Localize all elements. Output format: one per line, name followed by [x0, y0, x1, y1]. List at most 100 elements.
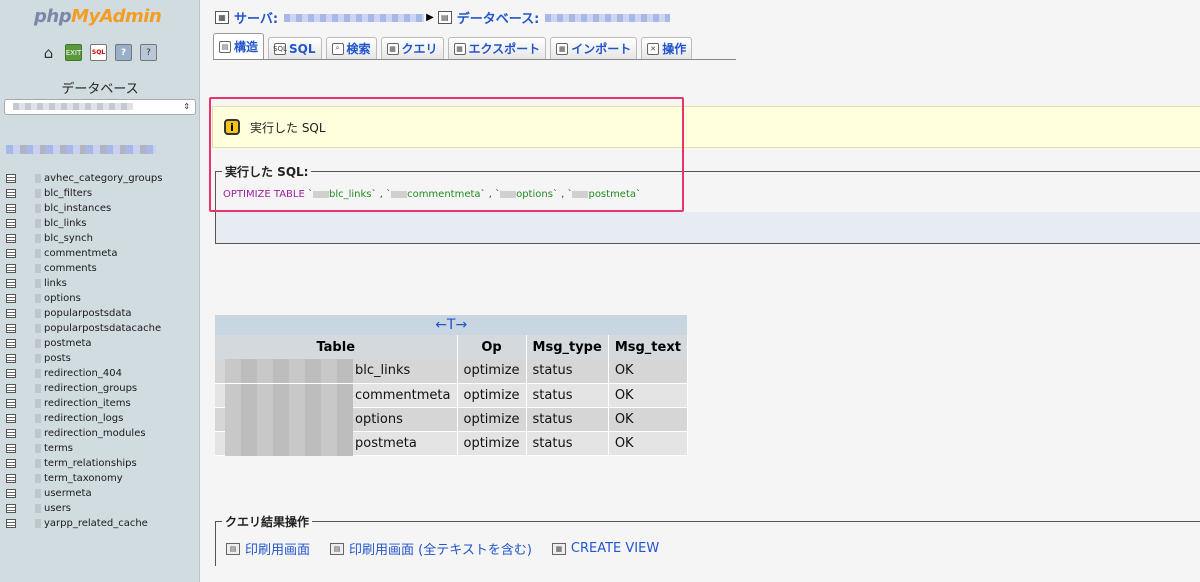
- table-icon[interactable]: [6, 339, 16, 348]
- create-view-link[interactable]: ▦ CREATE VIEW: [551, 539, 659, 558]
- phpmyadmin-logo[interactable]: phpMyAdmin: [34, 6, 162, 27]
- tools-icon: ✕: [647, 42, 660, 55]
- sidebar-table-item[interactable]: redirection_modules: [6, 426, 162, 441]
- quick-icons: ⌂ EXIT SQL ? ?: [40, 44, 157, 62]
- sidebar-table-item[interactable]: yarpp_related_cache: [6, 516, 162, 531]
- sidebar-table-item[interactable]: usermeta: [6, 486, 162, 501]
- server-name-redacted[interactable]: [284, 13, 425, 22]
- sidebar-table-item[interactable]: avhec_category_groups: [6, 171, 162, 186]
- ops-legend: クエリ結果操作: [222, 513, 313, 530]
- table-icon[interactable]: [6, 444, 16, 453]
- redacted-prefix: [225, 383, 353, 408]
- tab-query[interactable]: ▦ クエリ: [380, 37, 444, 59]
- sidebar-table-item[interactable]: commentmeta: [6, 246, 162, 261]
- table-icon[interactable]: [6, 204, 16, 213]
- tab-tools[interactable]: ✕ 操作: [641, 37, 693, 59]
- help-icon[interactable]: ?: [115, 44, 132, 61]
- database-label[interactable]: データベース:: [457, 8, 540, 27]
- sidebar-table-item[interactable]: comments: [6, 261, 162, 276]
- sidebar-table-item[interactable]: redirection_logs: [6, 411, 162, 426]
- sidebar-table-item[interactable]: redirection_items: [6, 396, 162, 411]
- tab-sql[interactable]: SQL SQL: [268, 37, 322, 59]
- column-nav-arrows[interactable]: ←T→: [215, 315, 688, 335]
- table-icon[interactable]: [6, 429, 16, 438]
- table-icon[interactable]: [6, 399, 16, 408]
- navigation-frame: phpMyAdmin ⌂ EXIT SQL ? ? データベース ⇕ avhec…: [0, 0, 200, 582]
- table-icon[interactable]: [6, 219, 16, 228]
- search-icon: ⌕: [331, 42, 344, 55]
- sidebar-table-item[interactable]: options: [6, 291, 162, 306]
- sidebar-table-item[interactable]: postmeta: [6, 336, 162, 351]
- sidebar-table-item[interactable]: terms: [6, 441, 162, 456]
- home-icon[interactable]: ⌂: [40, 44, 57, 62]
- sidebar-table-item[interactable]: popularpostsdata: [6, 306, 162, 321]
- sidebar-table-item[interactable]: links: [6, 276, 162, 291]
- printer-icon: ▤: [226, 542, 240, 555]
- table-icon[interactable]: [6, 264, 16, 273]
- server-label[interactable]: サーバ:: [234, 8, 278, 27]
- print-view-link[interactable]: ▤ 印刷用画面: [226, 539, 310, 558]
- sidebar-table-item[interactable]: term_relationships: [6, 456, 162, 471]
- sidebar-table-item[interactable]: blc_links: [6, 216, 162, 231]
- database-name-redacted: [13, 103, 133, 110]
- sidebar-table-item[interactable]: redirection_groups: [6, 381, 162, 396]
- server-icon: ▦: [215, 11, 229, 24]
- result-table: ←T→ Table Op Msg_type Msg_text blc_links optim…: [215, 315, 688, 456]
- sql-icon: SQL: [273, 42, 287, 55]
- sidebar-table-item[interactable]: popularpostsdatacache: [6, 321, 162, 336]
- exit-icon[interactable]: EXIT: [65, 44, 82, 61]
- database-name-redacted[interactable]: [545, 13, 671, 22]
- sql-query-window-icon[interactable]: SQL: [90, 44, 107, 61]
- current-database-name-redacted[interactable]: [6, 145, 156, 154]
- import-icon: ▦: [556, 42, 569, 55]
- highlight-annotation-box: [209, 97, 684, 212]
- table-icon[interactable]: [6, 354, 16, 363]
- tab-structure[interactable]: ▤ 構造: [213, 33, 265, 59]
- redacted-prefix: [225, 431, 353, 456]
- sidebar-table-item[interactable]: redirection_404: [6, 366, 162, 381]
- tab-import[interactable]: ▦ インポート: [550, 37, 638, 59]
- table-icon[interactable]: [6, 489, 16, 498]
- column-header[interactable]: Msg_text: [608, 335, 688, 359]
- table-icon[interactable]: [6, 234, 16, 243]
- table-icon[interactable]: [6, 324, 16, 333]
- column-header[interactable]: Msg_type: [526, 335, 609, 359]
- table-row: blc_links optimize status OK: [215, 359, 688, 384]
- table-icon[interactable]: [6, 504, 16, 513]
- table-icon[interactable]: [6, 369, 16, 378]
- documentation-icon[interactable]: ?: [140, 44, 157, 61]
- table-icon[interactable]: [6, 279, 16, 288]
- table-icon[interactable]: [6, 459, 16, 468]
- sidebar-table-item[interactable]: posts: [6, 351, 162, 366]
- tab-search[interactable]: ⌕ 検索: [325, 37, 377, 59]
- sidebar-table-item[interactable]: blc_synch: [6, 231, 162, 246]
- database-label: データベース: [61, 82, 139, 97]
- database-select[interactable]: ⇕: [4, 99, 196, 115]
- column-header[interactable]: Op: [457, 335, 527, 359]
- table-icon[interactable]: [6, 474, 16, 483]
- table-icon[interactable]: [6, 249, 16, 258]
- table-icon[interactable]: [6, 294, 16, 303]
- structure-icon: ▤: [219, 40, 231, 53]
- table-icon[interactable]: [6, 309, 16, 318]
- tab-export[interactable]: ▦ エクスポート: [447, 37, 547, 59]
- select-arrows-icon: ⇕: [183, 102, 190, 111]
- print-view-full-link[interactable]: ▤ 印刷用画面 (全テキストを含む): [330, 539, 532, 558]
- tab-bar: ▤ 構造 SQL SQL ⌕ 検索 ▦ クエリ ▦ エクスポート ▦ インポート ✕ 操作: [213, 33, 736, 60]
- sidebar-table-item[interactable]: blc_filters: [6, 186, 162, 201]
- column-header[interactable]: Table: [215, 335, 458, 359]
- sidebar-table-item[interactable]: users: [6, 501, 162, 516]
- query-icon: ▦: [386, 42, 399, 55]
- table-icon[interactable]: [6, 174, 16, 183]
- table-list: avhec_category_groups blc_filters blc_inst…: [6, 171, 162, 531]
- sidebar-table-item[interactable]: term_taxonomy: [6, 471, 162, 486]
- table-icon[interactable]: [6, 414, 16, 423]
- table-icon[interactable]: [6, 519, 16, 528]
- printer-icon: ▤: [330, 542, 345, 555]
- sidebar-table-item[interactable]: blc_instances: [6, 201, 162, 216]
- table-row: commentmeta optimize status OK: [215, 383, 688, 408]
- query-result-operations-fieldset: クエリ結果操作 ▤ 印刷用画面 ▤ 印刷用画面 (全テキストを含む) ▦ CREATE…: [215, 513, 1200, 566]
- table-icon[interactable]: [6, 384, 16, 393]
- table-row: options optimize status OK: [215, 407, 688, 432]
- table-icon[interactable]: [6, 189, 16, 198]
